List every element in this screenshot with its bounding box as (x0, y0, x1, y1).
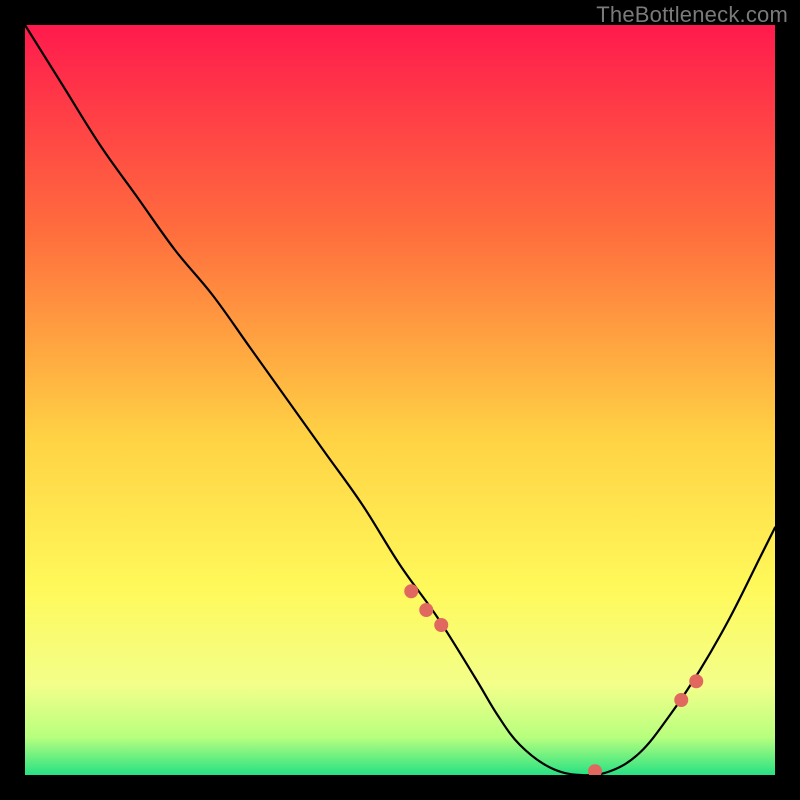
chart-background (25, 25, 775, 775)
curve-marker-dot (434, 618, 448, 632)
curve-marker-dot (419, 603, 433, 617)
curve-marker-dot (674, 693, 688, 707)
chart-svg (25, 25, 775, 775)
curve-marker-dot (404, 584, 418, 598)
watermark-text: TheBottleneck.com (596, 2, 788, 28)
chart-root: TheBottleneck.com (0, 0, 800, 800)
curve-marker-dot (689, 674, 703, 688)
